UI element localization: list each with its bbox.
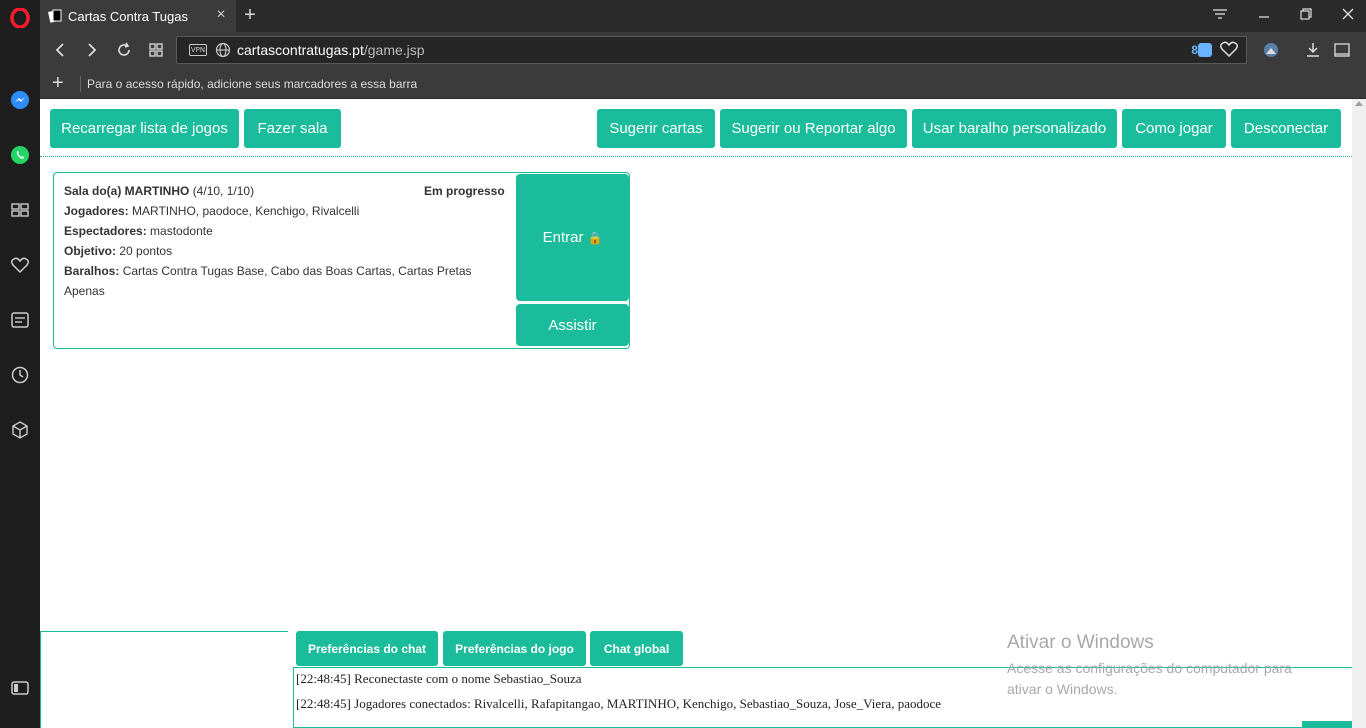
spectators-label: Espectadores: (64, 224, 147, 238)
tab-bar: Cartas Contra Tugas × + (40, 0, 1366, 32)
windows-activation-watermark: Ativar o Windows Acesse as configurações… (1007, 632, 1317, 700)
goal-label: Objetivo: (64, 244, 117, 258)
news-icon[interactable] (8, 308, 32, 332)
goal-value: 20 pontos (119, 244, 173, 258)
tab-global-chat[interactable]: Chat global (590, 631, 683, 666)
restore-icon[interactable] (1291, 4, 1321, 26)
messenger-icon[interactable] (8, 88, 32, 112)
speed-dial-nav-icon[interactable] (144, 38, 168, 62)
room-name: Sala do(a) MARTINHO (64, 184, 190, 198)
globe-icon (215, 42, 231, 58)
decks-label: Baralhos: (64, 264, 120, 278)
suggest-cards-button[interactable]: Sugerir cartas (597, 109, 715, 148)
game-toolbar: Recarregar lista de jogos Fazer sala Sug… (40, 99, 1352, 157)
watch-game-button[interactable]: Assistir (516, 304, 629, 346)
spectators-line: Espectadores: mastodonte (64, 221, 504, 241)
watermark-subtitle: Acesse as configurações do computador pa… (1007, 660, 1292, 697)
disconnect-button[interactable]: Desconectar (1231, 109, 1341, 148)
players-line: Jogadores: MARTINHO, paodoce, Kenchigo, … (64, 201, 504, 221)
browser-tab[interactable]: Cartas Contra Tugas × (40, 0, 236, 32)
heart-icon[interactable] (8, 253, 32, 277)
decks-line: Baralhos: Cartas Contra Tugas Base, Cabo… (64, 261, 494, 301)
opera-sidebar (0, 0, 40, 728)
adblock-count: 8 (1191, 43, 1198, 57)
lock-icon: 🔒 (587, 230, 603, 245)
minimize-icon[interactable] (1249, 4, 1279, 26)
decks-value: Cartas Contra Tugas Base, Cabo das Boas … (64, 264, 472, 298)
address-bar[interactable]: VPN cartascontratugas.pt/game.jsp 8 (176, 36, 1247, 64)
vpn-badge[interactable]: VPN (189, 44, 207, 56)
reload-games-button[interactable]: Recarregar lista de jogos (50, 109, 239, 148)
vpn-globe-icon[interactable] (1259, 38, 1283, 62)
forward-icon[interactable] (80, 38, 104, 62)
bookmarks-bar: + Para o acesso rápido, adicione seus ma… (40, 68, 1366, 99)
scroll-up-arrow-icon[interactable] (1355, 101, 1363, 106)
suggest-report-button[interactable]: Sugerir ou Reportar algo (720, 109, 907, 148)
new-tab-icon[interactable]: + (240, 4, 260, 26)
url-domain: cartascontratugas.pt (237, 42, 364, 58)
close-window-icon[interactable] (1333, 4, 1363, 26)
whatsapp-icon[interactable] (8, 143, 32, 167)
spectators-value: mastodonte (150, 224, 213, 238)
url-text[interactable]: cartascontratugas.pt/game.jsp (237, 42, 425, 58)
tab-chat-preferences[interactable]: Preferências do chat (296, 631, 438, 666)
player-list-panel (40, 631, 288, 728)
sidebar-toggle-icon[interactable] (8, 676, 32, 700)
navigation-bar: VPN cartascontratugas.pt/game.jsp 8 (40, 32, 1366, 68)
game-room-card: Sala do(a) MARTINHO (4/10, 1/10) Jogador… (53, 172, 630, 349)
enter-game-button[interactable]: Entrar 🔒 (516, 174, 629, 301)
extensions-icon[interactable] (8, 418, 32, 442)
close-tab-icon[interactable]: × (214, 7, 228, 23)
back-icon[interactable] (48, 38, 72, 62)
chat-input[interactable] (1302, 721, 1352, 728)
how-to-play-button[interactable]: Como jogar (1122, 109, 1226, 148)
opera-logo-icon[interactable] (8, 6, 32, 30)
chat-message: [22:48:45] Reconectaste com o nome Sebas… (296, 671, 582, 686)
favicon-icon (48, 9, 62, 23)
tab-menu-icon[interactable] (1205, 4, 1235, 26)
bookmark-heart-icon[interactable] (1220, 41, 1238, 57)
history-icon[interactable] (8, 363, 32, 387)
download-icon[interactable] (1301, 38, 1325, 62)
custom-deck-button[interactable]: Usar baralho personalizado (912, 109, 1117, 148)
goal-line: Objetivo: 20 pontos (64, 241, 504, 261)
chat-message: [22:48:45] Jogadores conectados: Rivalce… (296, 696, 942, 711)
url-path: /game.jsp (363, 42, 425, 58)
room-counts: (4/10, 1/10) (192, 184, 255, 198)
adblock-icon[interactable] (1198, 43, 1212, 57)
players-value: MARTINHO, paodoce, Kenchigo, Rivalcelli (132, 204, 360, 218)
enter-label: Entrar (542, 229, 584, 246)
easy-setup-icon[interactable] (1330, 38, 1354, 62)
tab-game-preferences[interactable]: Preferências do jogo (443, 631, 586, 666)
add-bookmark-icon[interactable]: + (52, 72, 64, 94)
bookmarks-hint: Para o acesso rápido, adicione seus marc… (87, 77, 418, 91)
players-label: Jogadores: (64, 204, 129, 218)
page-scrollbar[interactable] (1352, 99, 1366, 728)
page-content: Recarregar lista de jogos Fazer sala Sug… (40, 99, 1366, 728)
game-status: Em progresso (424, 184, 505, 198)
speed-dial-icon[interactable] (8, 198, 32, 222)
watermark-title: Ativar o Windows (1007, 632, 1154, 653)
make-room-button[interactable]: Fazer sala (244, 109, 341, 148)
tab-title: Cartas Contra Tugas (68, 8, 188, 24)
reload-icon[interactable] (112, 38, 136, 62)
bookmarks-divider (80, 76, 81, 92)
